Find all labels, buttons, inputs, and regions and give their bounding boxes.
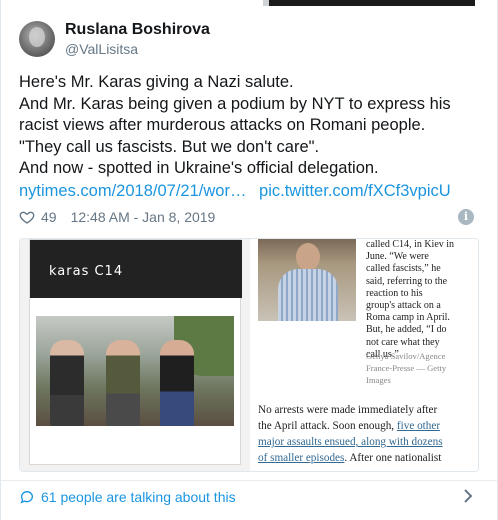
media-grid[interactable]: karas C14 called C14, in Kiev in June. “… xyxy=(19,238,479,472)
article-line: called C14, in Kiev in xyxy=(366,239,455,250)
caption-line: Images xyxy=(366,375,391,385)
card-title: karas C14 xyxy=(49,264,124,279)
tweet-embed: Ruslana Boshirova @ValLisitsa Here's Mr.… xyxy=(0,0,498,520)
tweet-text: Here's Mr. Karas giving a Nazi salute. A… xyxy=(19,72,489,180)
talking-label[interactable]: 61 people are talking about this xyxy=(41,489,236,505)
avatar[interactable] xyxy=(19,21,55,57)
article-body-line: No arrests were made immediately after xyxy=(258,404,438,416)
tweet-line: And Mr. Karas being given a podium by NY… xyxy=(19,94,451,113)
chevron-right-icon[interactable] xyxy=(461,487,475,505)
tweet-line: racist views after murderous attacks on … xyxy=(19,116,426,134)
article-line: But, he added, “I do xyxy=(366,324,447,336)
group-photo xyxy=(36,316,234,426)
photo-caption: Genya Savilov/Agence France-Presse — Get… xyxy=(366,350,476,386)
tweet-meta: 49 12:48 AM - Jan 8, 2019 xyxy=(19,207,215,227)
pic-twitter-link[interactable]: pic.twitter.com/fXCf3vpicU xyxy=(259,182,451,200)
tweet-links: nytimes.com/2018/07/21/wor… pic.twitter.… xyxy=(19,181,459,202)
timestamp[interactable]: 12:48 AM - Jan 8, 2019 xyxy=(71,209,216,225)
nytimes-link[interactable]: nytimes.com/2018/07/21/wor… xyxy=(19,182,246,200)
card-header: karas C14 xyxy=(30,240,242,298)
caption-line: France-Presse — Getty xyxy=(366,363,447,373)
info-icon[interactable]: i xyxy=(458,209,474,225)
article-line: reaction to his xyxy=(366,287,423,299)
article-link: five other xyxy=(396,420,441,432)
tweet-header: Ruslana Boshirova @ValLisitsa xyxy=(19,18,210,60)
previous-media-strip xyxy=(263,0,475,6)
user-handle[interactable]: @ValLisitsa xyxy=(65,40,210,58)
article-link: of smaller episodes xyxy=(258,452,345,464)
portrait-photo xyxy=(258,239,356,321)
article-body-text: . After one nationalist xyxy=(344,452,442,464)
media-image-right[interactable]: called C14, in Kiev in June. “We were ca… xyxy=(250,239,478,471)
screenshot-card: karas C14 xyxy=(29,239,242,465)
article-body: No arrests were made immediately after t… xyxy=(258,402,473,466)
like-count: 49 xyxy=(41,209,57,225)
chat-bubble-icon xyxy=(20,490,34,504)
article-line: not care what they xyxy=(366,336,440,348)
article-line: June. “We were xyxy=(366,251,429,263)
tweet-line: Here's Mr. Karas giving a Nazi salute. xyxy=(19,73,294,91)
display-name[interactable]: Ruslana Boshirova xyxy=(65,20,210,40)
tweet-line: And now - spotted in Ukraine's official … xyxy=(19,159,379,177)
heart-icon[interactable] xyxy=(19,209,35,225)
media-image-left[interactable]: karas C14 xyxy=(20,239,250,471)
conversation-link[interactable]: 61 people are talking about this xyxy=(1,480,498,513)
article-line: group's attack on a xyxy=(366,300,441,312)
article-link: major assaults ensued, along with dozens xyxy=(258,436,443,448)
article-line: Roma camp in April. xyxy=(366,312,450,324)
caption-line: Genya Savilov/Agence xyxy=(366,351,446,361)
article-body-text: the April attack. Soon enough, xyxy=(258,420,397,432)
tweet-line: "They call us fascists. But we don't car… xyxy=(19,137,320,156)
article-column: called C14, in Kiev in June. “We were ca… xyxy=(366,239,476,361)
article-line: said, referring to the xyxy=(366,275,448,287)
article-line: called fascists,” he xyxy=(366,263,441,275)
